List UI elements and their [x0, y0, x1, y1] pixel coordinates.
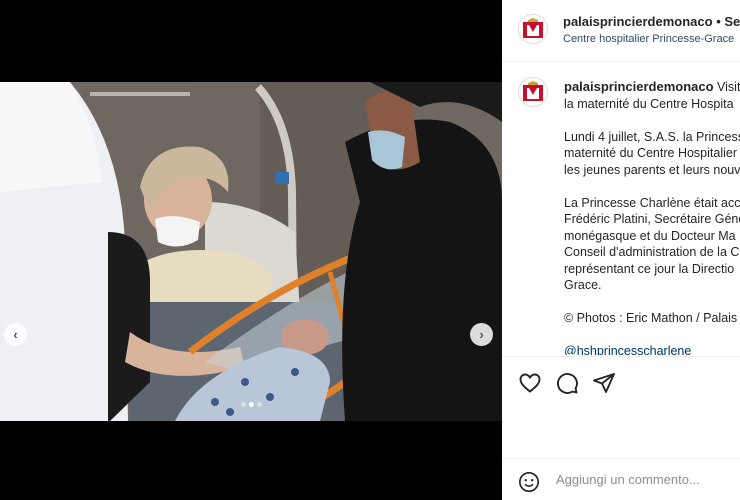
caption-p1-line: Lundi 4 juillet, S.A.S. la Princess [564, 129, 740, 144]
crest-icon [523, 18, 543, 38]
caption-p2-line: Frédéric Platini, Secrétaire Géné [564, 212, 740, 226]
share-icon [593, 373, 615, 393]
username-link[interactable]: palaisprincierdemonaco [563, 14, 713, 29]
separator-dot: • [716, 14, 721, 29]
action-bar [502, 356, 740, 404]
next-slide-button[interactable]: › [470, 323, 493, 346]
slide-dot [256, 402, 262, 407]
post-header: palaisprincierdemonaco • Seg Centre hosp… [502, 0, 740, 62]
caption-p2-line: monégasque et du Docteur Ma [564, 228, 736, 243]
comment-bar [502, 458, 740, 500]
caption-username[interactable]: palaisprincierdemonaco [564, 79, 714, 94]
caption-p1-line: maternité du Centre Hospitalier [564, 146, 737, 160]
chevron-right-icon: › [479, 327, 484, 342]
post-sidebar: palaisprincierdemonaco • Seg Centre hosp… [502, 0, 740, 500]
emoji-button[interactable] [518, 471, 540, 498]
slide-indicator [0, 402, 502, 407]
caption-p2-line: Conseil d'administration de la C [564, 245, 740, 259]
emoji-icon [519, 472, 539, 492]
post-username[interactable]: palaisprincierdemonaco • Seg [563, 14, 740, 29]
heart-icon [519, 373, 541, 393]
caption-text: palaisprincierdemonaco Visite la materni… [564, 79, 740, 355]
comment-button[interactable] [555, 371, 579, 400]
follow-button[interactable]: Seg [724, 14, 740, 29]
caption-p2-line: représentant ce jour la Directio [564, 261, 735, 276]
mention-link[interactable]: @hshprincesscharlene [564, 344, 691, 355]
like-button[interactable] [518, 371, 542, 400]
caption-line-2: la maternité du Centre Hospita [564, 96, 734, 111]
location-link[interactable]: Centre hospitalier Princesse-Grace [563, 33, 734, 45]
media-panel: ‹ › [0, 0, 502, 500]
crest-icon [523, 81, 543, 101]
avatar[interactable] [518, 14, 548, 44]
caption-p2-line: Grace. [564, 278, 602, 292]
caption-line-1: Visite [717, 80, 740, 94]
caption-section: palaisprincierdemonaco Visite la materni… [502, 63, 740, 355]
caption-avatar[interactable] [518, 77, 548, 107]
slide-dot [240, 402, 246, 407]
share-button[interactable] [592, 371, 616, 400]
comment-input[interactable] [556, 472, 736, 487]
previous-slide-button[interactable]: ‹ [4, 323, 27, 346]
comment-icon [557, 373, 578, 394]
post-photo: ‹ › [0, 82, 502, 421]
chevron-left-icon: ‹ [13, 327, 18, 342]
photo-credit: © Photos : Eric Mathon / Palais [564, 311, 738, 325]
caption-p2-line: La Princesse Charlène était acc [564, 195, 740, 210]
slide-dot-active [248, 402, 254, 407]
caption-p1-line: les jeunes parents et leurs nouv [564, 162, 740, 177]
